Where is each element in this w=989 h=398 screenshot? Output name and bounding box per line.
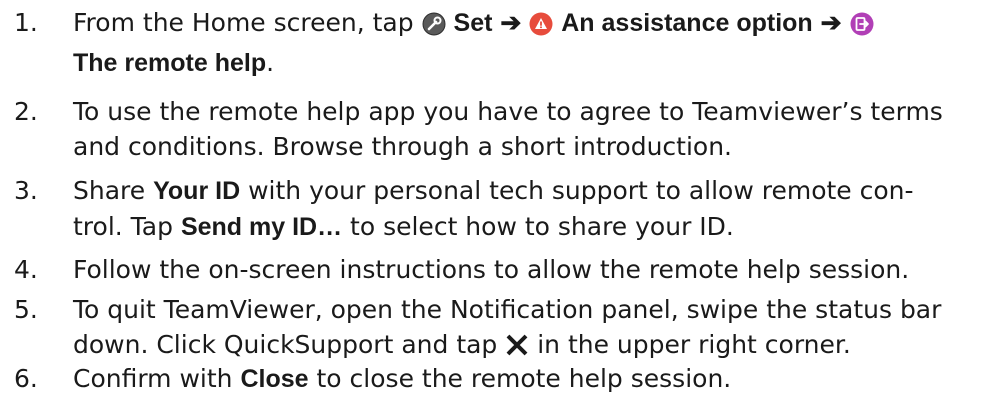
step-number: 4. [14, 255, 38, 284]
settings-icon [422, 10, 446, 45]
set-label: Set [453, 9, 493, 37]
step-number: 1. [14, 8, 38, 37]
your-id-label: Your ID [153, 177, 241, 205]
send-id-label: Send my ID… [180, 213, 343, 241]
remote-help-icon [850, 10, 874, 45]
step-text: Follow the on-screen instructions to all… [73, 255, 910, 284]
step-text: and conditions. Browse through a short i… [73, 132, 733, 161]
step-number: 2. [14, 97, 38, 126]
step-number: 6. [14, 364, 38, 393]
step-text: down. Click QuickSupport and tap [73, 330, 506, 359]
step-text: trol. Tap [73, 212, 181, 241]
step-text: in the upper right corner. [529, 330, 851, 359]
arrow-icon: ➔ [500, 9, 522, 37]
step-text: to close the remote help session. [308, 364, 732, 393]
step-text: From the Home screen, tap [73, 8, 422, 37]
remote-help-label: The remote help [73, 49, 267, 77]
step-text: Share [73, 176, 154, 205]
arrow-icon: ➔ [820, 9, 842, 37]
step-text: to select how to share your ID. [342, 212, 734, 241]
alert-icon [529, 10, 553, 45]
step-text: with your personal tech support to allow… [240, 176, 914, 205]
step-text: . [266, 48, 275, 77]
step-number: 3. [14, 176, 38, 205]
step-text: To quit TeamViewer, open the Notificatio… [73, 295, 942, 324]
assistance-label: An assistance option [561, 9, 813, 37]
step-text: To use the remote help app you have to a… [73, 97, 943, 126]
close-label: Close [240, 365, 309, 393]
step-text: Confirm with [73, 364, 241, 393]
step-number: 5. [14, 295, 38, 324]
